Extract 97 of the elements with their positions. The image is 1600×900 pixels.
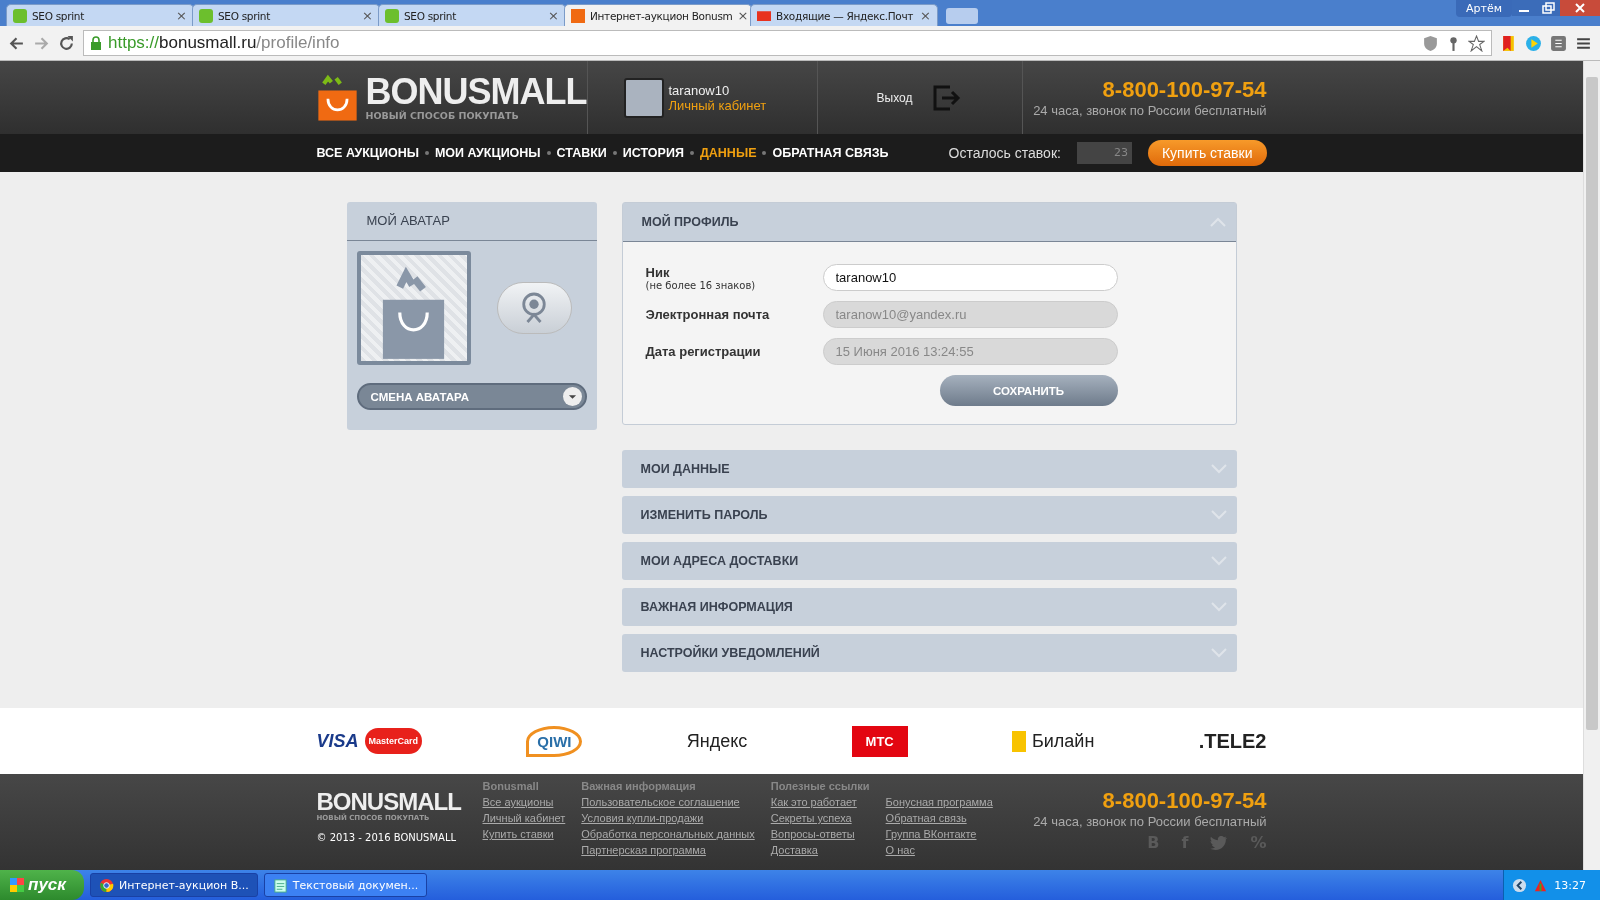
username: taranow10 (668, 82, 731, 98)
chevron-icon (1210, 556, 1227, 566)
footer-heading: Важная информация (581, 780, 697, 794)
address-bar[interactable]: https://bonusmall.ru/profile/info (83, 30, 1492, 56)
phone-number: 8-800-100-97-54 (1102, 77, 1267, 103)
footer-link[interactable]: Пользовательское соглашение (581, 796, 755, 812)
nav-link[interactable]: ВСЕ АУКЦИОНЫ (316, 146, 419, 160)
close-tab-button[interactable]: × (362, 9, 373, 22)
browser-tab[interactable]: Входящие — Яндекс.Почт × (750, 4, 938, 26)
save-button[interactable]: СОХРАНИТЬ (939, 375, 1118, 406)
nav-link[interactable]: ДАННЫЕ (699, 146, 757, 160)
copyright: © 2013 - 2016 BONUSMALL (316, 832, 458, 843)
panel-title: МОЙ АВАТАР (346, 202, 597, 241)
field-label: Электронная почта (645, 307, 770, 322)
nav-link[interactable]: СТАВКИ (556, 146, 607, 160)
accordion-header[interactable]: ИЗМЕНИТЬ ПАРОЛЬ (621, 496, 1237, 534)
logo-tagline: НОВЫЙ СПОСОБ ПОКУПАТЬ (365, 110, 520, 121)
footer-link[interactable]: Группа ВКонтакте (885, 828, 993, 844)
tele2-logo: .TELE2 (1198, 729, 1267, 753)
footer-link[interactable]: Бонусная программа (885, 796, 993, 812)
beeline-logo: Билайн (1012, 730, 1095, 752)
footer-link[interactable]: Как это работает (770, 796, 870, 812)
star-icon[interactable] (1468, 34, 1485, 52)
accordion-header[interactable]: ВАЖНАЯ ИНФОРМАЦИЯ (621, 588, 1237, 626)
footer-heading: Полезные ссылки (770, 780, 870, 794)
mastercard-logo: MasterCard (364, 728, 423, 754)
account-menu-link[interactable]: Личный кабинет (668, 97, 767, 113)
field-label: Ник (645, 264, 671, 280)
close-tab-button[interactable]: × (920, 9, 931, 22)
taskbar-button[interactable]: Интернет-аукцион B... (89, 873, 258, 897)
browser-tab[interactable]: SEO sprint × (6, 4, 194, 26)
nav-link[interactable]: ОБРАТНАЯ СВЯЗЬ (772, 146, 889, 160)
phone-number: 8-800-100-97-54 (1102, 788, 1267, 814)
browser-tab[interactable]: SEO sprint × (192, 4, 380, 26)
logo-wordmark: BONUSMALL (365, 74, 587, 110)
field-hint: (не более 16 знаков) (645, 279, 756, 291)
webcam-button[interactable] (496, 282, 572, 334)
chevron-icon (1210, 602, 1227, 612)
logo-wordmark: BONUSMALL (316, 790, 463, 814)
close-icon[interactable] (1560, 0, 1600, 16)
close-tab-button[interactable]: × (737, 9, 749, 22)
restore-icon[interactable] (1536, 0, 1560, 16)
webcam-icon (520, 292, 548, 324)
footer-link[interactable]: Обработка персональных данных (581, 828, 755, 844)
footer-link[interactable]: Вопросы-ответы (770, 828, 870, 844)
footer-link[interactable]: Партнерская программа (581, 844, 755, 860)
footer-link[interactable]: Условия купли-продажи (581, 812, 755, 828)
browser-tab[interactable]: SEO sprint × (378, 4, 566, 26)
clock: 13:27 (1554, 878, 1586, 892)
taskbar-button[interactable]: Текстовый докумен... (263, 873, 428, 897)
text-field[interactable]: taranow10 (822, 264, 1118, 291)
avatar-thumbnail (623, 77, 664, 118)
reload-icon[interactable] (58, 34, 75, 52)
browser-tab[interactable]: Интернет-аукцион Bonusm × (564, 4, 752, 26)
footer-link[interactable]: Секреты успеха (770, 812, 870, 828)
footer-link[interactable]: Все аукционы (482, 796, 566, 812)
caret-icon (567, 393, 577, 400)
mts-logo: МТС (851, 725, 908, 757)
accordion-header[interactable]: НАСТРОЙКИ УВЕДОМЛЕНИЙ (621, 634, 1237, 672)
browser-icon (98, 877, 114, 893)
footer-link[interactable]: Обратная связь (885, 812, 993, 828)
nav-link[interactable]: ИСТОРИЯ (622, 146, 684, 160)
accordion-header[interactable]: МОИ ДАННЫЕ (621, 450, 1237, 488)
bookmark-icon[interactable] (1500, 34, 1517, 52)
windows-flag-icon (10, 878, 24, 892)
play-icon[interactable] (1525, 34, 1542, 52)
chevron-icon (1210, 510, 1227, 520)
visa-logo: VISA (316, 730, 359, 752)
user-name: Артём (1456, 0, 1512, 17)
close-tab-button[interactable]: × (176, 9, 187, 22)
lock-icon (90, 36, 102, 50)
yandex-logo: Яндекс (686, 730, 748, 752)
chevron-icon (1209, 217, 1226, 227)
scrollbar[interactable] (1583, 61, 1600, 870)
extension-icon[interactable] (1550, 34, 1567, 52)
profile-header[interactable]: МОЙ ПРОФИЛЬ (622, 203, 1236, 242)
chevron-icon (1210, 648, 1227, 658)
start-button[interactable]: пуск (0, 870, 84, 900)
footer-link[interactable]: Купить ставки (482, 828, 566, 844)
bids-label: Осталось ставок: (948, 145, 1061, 161)
phone-note: 24 часа, звонок по России бесплатный (1033, 103, 1267, 118)
bids-counter: 23 (1076, 142, 1132, 164)
notepad-icon (272, 877, 288, 893)
nav-link[interactable]: МОИ АУКЦИОНЫ (434, 146, 541, 160)
footer-link[interactable]: Личный кабинет (482, 812, 566, 828)
accordion-header[interactable]: МОИ АДРЕСА ДОСТАВКИ (621, 542, 1237, 580)
field-label: Дата регистрации (645, 344, 761, 359)
close-tab-button[interactable]: × (548, 9, 559, 22)
logout-link[interactable]: Выход (876, 90, 913, 105)
footer-link[interactable]: Доставка (770, 844, 870, 860)
shield-icon[interactable] (1422, 34, 1439, 52)
phone-note: 24 часа, звонок по России бесплатный (1033, 814, 1267, 829)
footer-link[interactable]: О нас (885, 844, 993, 860)
change-avatar-dropdown[interactable]: СМЕНА АВАТАРА (356, 383, 587, 410)
footer-heading: Bonusmall (482, 780, 540, 794)
chevron-icon (1210, 464, 1227, 474)
qiwi-logo: QIWI (526, 725, 583, 757)
